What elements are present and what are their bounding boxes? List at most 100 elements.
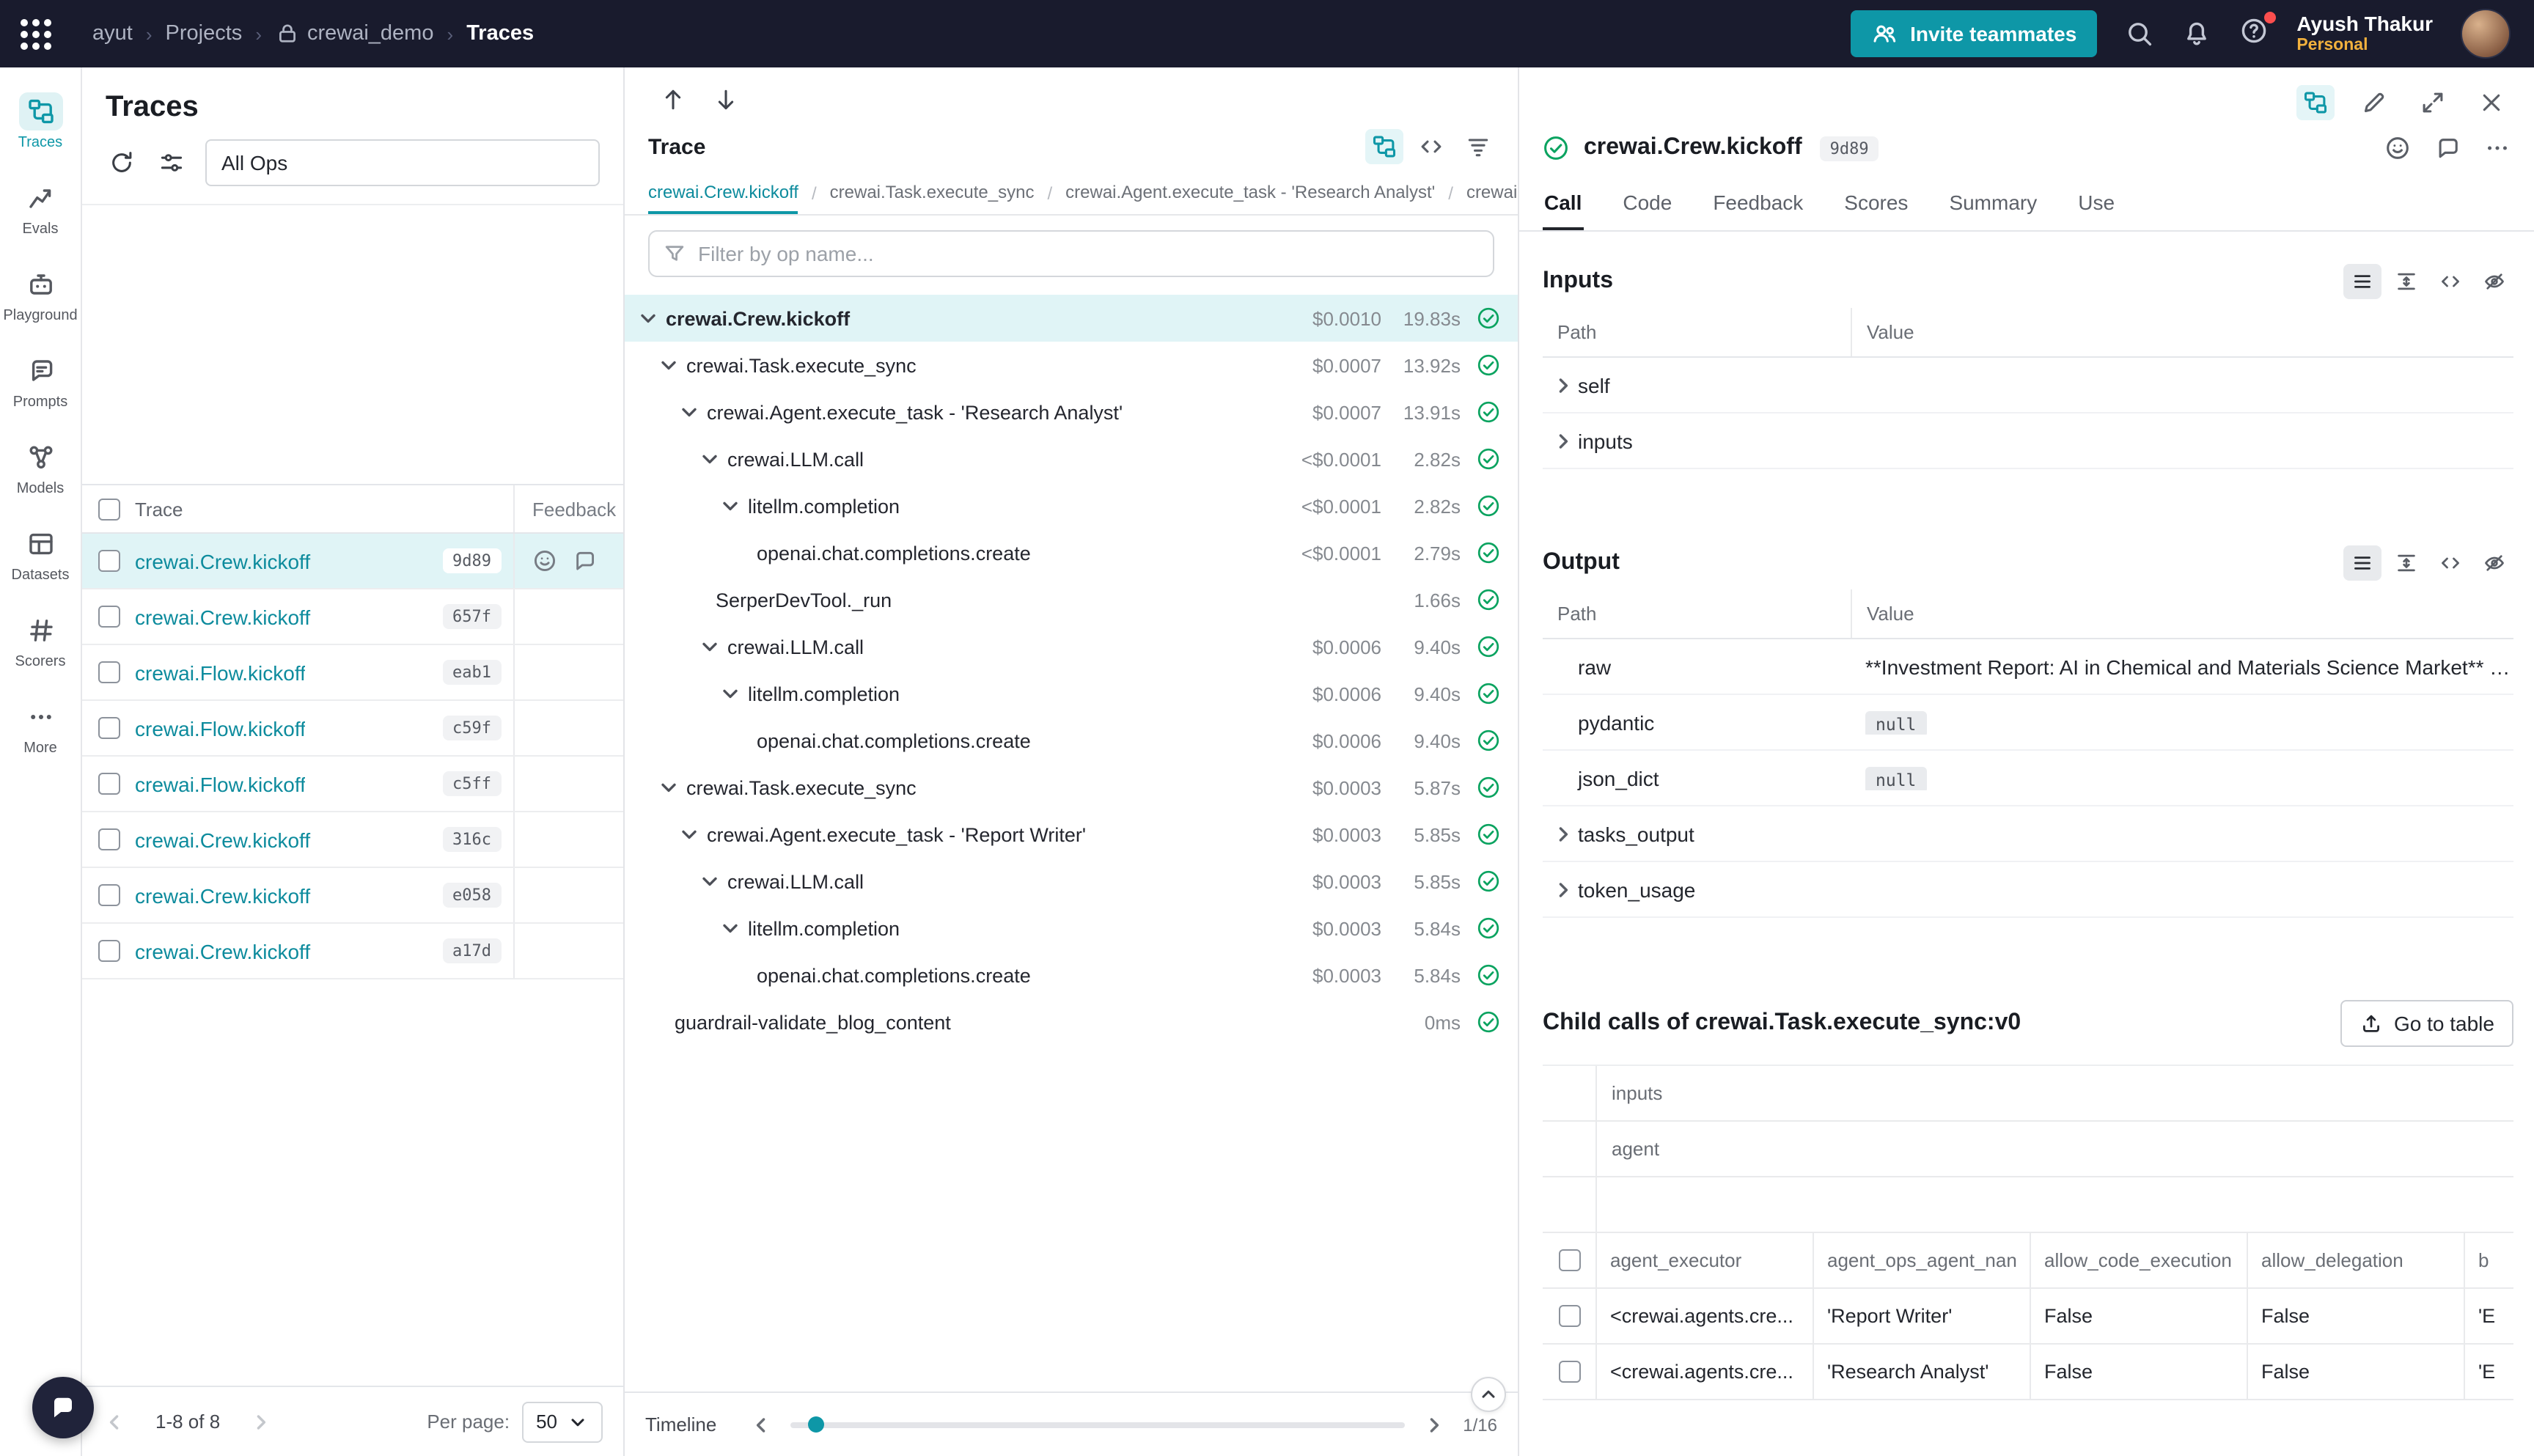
tab-use[interactable]: Use — [2076, 179, 2116, 230]
tree-row[interactable]: crewai.Task.execute_sync$0.000713.92s — [625, 342, 1518, 389]
tree-row[interactable]: litellm.completion<$0.00012.82s — [625, 482, 1518, 529]
search-icon[interactable] — [2125, 19, 2154, 48]
tree-view-button[interactable] — [1365, 129, 1403, 164]
tree-row[interactable]: crewai.LLM.call$0.00035.85s — [625, 858, 1518, 905]
trace-op-link[interactable]: crewai.Crew.kickoff — [135, 939, 310, 963]
tree-row[interactable]: crewai.Task.execute_sync$0.00035.87s — [625, 764, 1518, 811]
row-checkbox[interactable] — [98, 550, 120, 572]
hide-values-button[interactable] — [2475, 264, 2513, 299]
row-checkbox[interactable] — [98, 717, 120, 739]
column-header[interactable]: agent_executor — [1597, 1233, 1814, 1287]
overflow-menu-icon[interactable] — [2484, 135, 2511, 161]
ops-filter-select[interactable]: All Ops — [205, 139, 600, 186]
tree-row[interactable]: openai.chat.completions.create<$0.00012.… — [625, 529, 1518, 576]
invite-teammates-button[interactable]: Invite teammates — [1850, 10, 2097, 57]
refresh-button[interactable] — [106, 147, 138, 179]
add-reaction-icon[interactable] — [2384, 135, 2411, 161]
expand-rows-button[interactable] — [2387, 545, 2425, 581]
column-header[interactable]: b — [2465, 1233, 2513, 1287]
tree-row[interactable]: guardrail-validate_blog_content0ms — [625, 999, 1518, 1045]
row-checkbox[interactable] — [98, 606, 120, 628]
column-header-feedback[interactable]: Feedback — [513, 485, 623, 532]
slider-handle[interactable] — [808, 1416, 824, 1432]
breadcrumb-project[interactable]: crewai_demo — [307, 22, 434, 45]
per-page-select[interactable]: 50 — [521, 1401, 603, 1442]
call-id-badge[interactable]: 9d89 — [1820, 136, 1879, 161]
sidebar-item-more[interactable]: More — [1, 688, 80, 767]
tree-row[interactable]: crewai.Agent.execute_task - 'Research An… — [625, 389, 1518, 435]
user-menu[interactable]: Ayush Thakur Personal — [2296, 11, 2433, 56]
trace-op-link[interactable]: crewai.Crew.kickoff — [135, 549, 310, 573]
select-all-checkbox[interactable] — [1558, 1249, 1580, 1271]
tab-summary[interactable]: Summary — [1947, 179, 2038, 230]
trace-row[interactable]: crewai.Crew.kickoff316c — [82, 812, 623, 868]
code-toggle-button[interactable] — [2431, 545, 2469, 581]
tab-scores[interactable]: Scores — [1843, 179, 1909, 230]
tab-feedback[interactable]: Feedback — [1711, 179, 1804, 230]
filter-settings-button[interactable] — [155, 147, 188, 179]
path-tab[interactable]: crewai.Task.execute_sync — [830, 173, 1035, 214]
trace-op-link[interactable]: crewai.Crew.kickoff — [135, 883, 310, 907]
code-view-button[interactable] — [1412, 129, 1450, 164]
help-icon[interactable] — [2239, 15, 2269, 52]
kv-row[interactable]: tasks_output — [1543, 806, 2513, 862]
trace-op-link[interactable]: crewai.Crew.kickoff — [135, 828, 310, 851]
child-call-row[interactable]: <crewai.agents.cre...'Report Writer'Fals… — [1543, 1289, 2513, 1345]
row-checkbox[interactable] — [98, 828, 120, 850]
tree-row[interactable]: crewai.Crew.kickoff$0.001019.83s — [625, 295, 1518, 342]
tree-row[interactable]: openai.chat.completions.create$0.00069.4… — [625, 717, 1518, 764]
sidebar-item-traces[interactable]: Traces — [1, 82, 80, 161]
column-header-trace[interactable]: Trace — [135, 498, 513, 520]
trace-row[interactable]: crewai.Flow.kickoffc59f — [82, 701, 623, 757]
trace-row[interactable]: crewai.Flow.kickoffc5ff — [82, 757, 623, 812]
scroll-top-button[interactable] — [1471, 1377, 1506, 1412]
list-view-button[interactable] — [2343, 264, 2381, 299]
path-tab[interactable]: crewai.Crew.kickoff — [648, 173, 798, 214]
prev-call-button[interactable] — [657, 84, 689, 116]
column-header[interactable]: allow_code_execution — [2031, 1233, 2248, 1287]
column-header[interactable]: allow_delegation — [2248, 1233, 2465, 1287]
close-button[interactable] — [2472, 85, 2511, 120]
avatar[interactable] — [2461, 9, 2511, 59]
kv-row[interactable]: inputs — [1543, 413, 2513, 469]
sidebar-item-models[interactable]: Models — [1, 428, 80, 507]
row-checkbox[interactable] — [98, 773, 120, 795]
timeline-next-icon[interactable] — [1422, 1413, 1445, 1436]
tree-row[interactable]: crewai.LLM.call$0.00069.40s — [625, 623, 1518, 670]
tab-code[interactable]: Code — [1621, 179, 1673, 230]
op-filter-input[interactable] — [648, 230, 1494, 277]
trace-row[interactable]: crewai.Crew.kickoffa17d — [82, 924, 623, 979]
row-checkbox[interactable] — [98, 884, 120, 906]
row-checkbox[interactable] — [98, 940, 120, 962]
path-tab[interactable]: crewai.Agent.execute_task - 'Research An… — [1065, 173, 1435, 214]
hide-values-button[interactable] — [2475, 545, 2513, 581]
next-page-icon[interactable] — [249, 1410, 273, 1433]
group-header-agent[interactable]: agent — [1595, 1122, 2513, 1176]
trace-row[interactable]: crewai.Crew.kickoffe058 — [82, 868, 623, 924]
bell-icon[interactable] — [2182, 19, 2211, 48]
tab-call[interactable]: Call — [1543, 179, 1583, 230]
tree-row[interactable]: openai.chat.completions.create$0.00035.8… — [625, 952, 1518, 999]
row-checkbox[interactable] — [1558, 1305, 1580, 1327]
path-tab[interactable]: crewai.LLM.call — [1466, 173, 1518, 214]
next-call-button[interactable] — [710, 84, 742, 116]
trace-op-link[interactable]: crewai.Flow.kickoff — [135, 772, 306, 795]
breadcrumb-projects[interactable]: Projects — [166, 22, 243, 45]
breadcrumb-org[interactable]: ayut — [92, 22, 133, 45]
trace-row[interactable]: crewai.Crew.kickoff9d89 — [82, 534, 623, 589]
row-checkbox[interactable] — [98, 661, 120, 683]
trace-row[interactable]: crewai.Crew.kickoff657f — [82, 589, 623, 645]
sidebar-item-datasets[interactable]: Datasets — [1, 515, 80, 594]
sidebar-item-prompts[interactable]: Prompts — [1, 342, 80, 421]
code-toggle-button[interactable] — [2431, 264, 2469, 299]
tree-row[interactable]: SerperDevTool._run1.66s — [625, 576, 1518, 623]
tree-row[interactable]: crewai.LLM.call<$0.00012.82s — [625, 435, 1518, 482]
row-checkbox[interactable] — [1558, 1361, 1580, 1383]
tree-row[interactable]: litellm.completion$0.00069.40s — [625, 670, 1518, 717]
prev-page-icon[interactable] — [103, 1410, 126, 1433]
edit-button[interactable] — [2355, 85, 2393, 120]
go-to-table-button[interactable]: Go to table — [2340, 1000, 2513, 1047]
flame-view-button[interactable] — [1459, 129, 1497, 164]
comment-icon[interactable] — [2434, 135, 2461, 161]
select-all-checkbox[interactable] — [98, 498, 120, 520]
